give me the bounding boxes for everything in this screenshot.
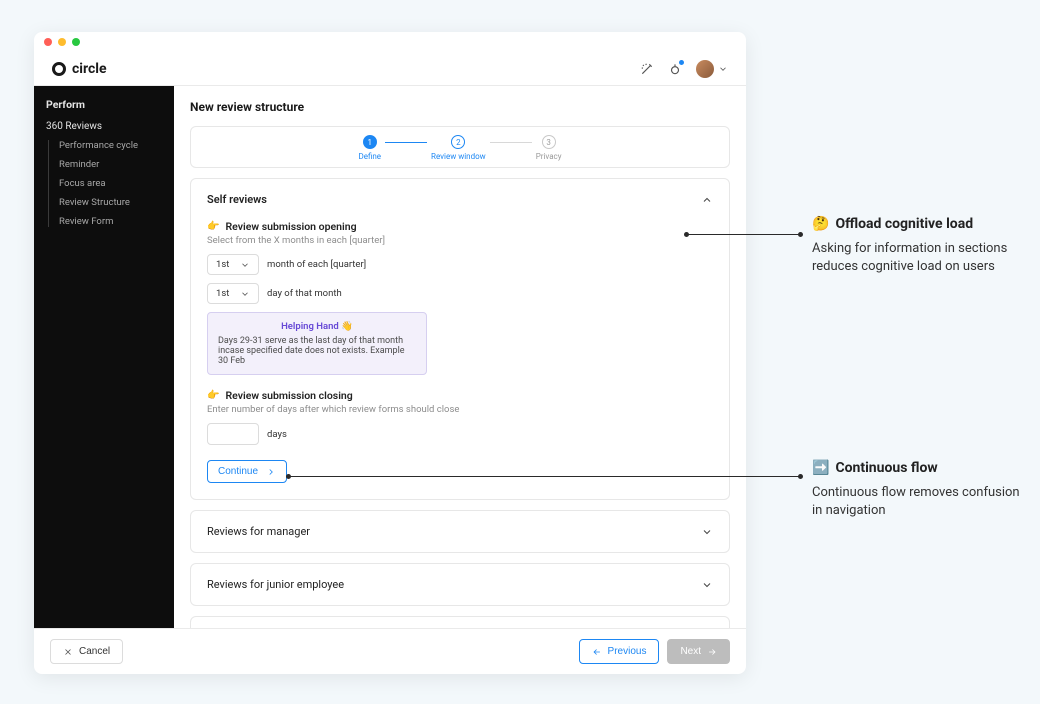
annotation-cognitive-load: 🤔 Offload cognitive load Asking for info… <box>812 216 1022 276</box>
annotation-continuous-flow: ➡️ Continuous flow Continuous flow remov… <box>812 460 1022 520</box>
next-button[interactable]: Next <box>667 639 730 664</box>
sidebar-item-focus-area[interactable]: Focus area <box>59 178 174 189</box>
opening-block: 👉 Review submission opening Select from … <box>207 220 713 375</box>
stepper: 1 Define 2 Review window 3 Privacy <box>358 135 561 161</box>
self-reviews-card: Self reviews 👉 Review submission opening… <box>190 178 730 500</box>
step-label: Define <box>358 152 381 161</box>
sidebar-item-performance-cycle[interactable]: Performance cycle <box>59 140 174 151</box>
sidebar-item-reminder[interactable]: Reminder <box>59 159 174 170</box>
sidebar-item-review-form[interactable]: Review Form <box>59 216 174 227</box>
arrow-left-icon <box>592 647 602 657</box>
app-window: circle Perform 360 Reviews Performance c… <box>34 32 746 674</box>
pointer-icon: 👉 <box>207 390 219 401</box>
annotation-line <box>289 476 799 477</box>
main-content: New review structure 1 Define 2 Review w… <box>174 86 746 628</box>
chevron-up-icon <box>701 194 713 206</box>
step-label: Review window <box>431 152 486 161</box>
next-label: Next <box>680 646 701 657</box>
sidebar-section[interactable]: 360 Reviews <box>46 121 174 132</box>
month-value: 1st <box>216 259 229 270</box>
continue-button[interactable]: Continue <box>207 460 287 483</box>
day-label: day of that month <box>267 288 342 299</box>
opening-subtitle: Select from the X months in each [quarte… <box>207 235 713 246</box>
magic-wand-icon[interactable] <box>640 62 654 76</box>
day-select[interactable]: 1st <box>207 283 259 304</box>
step-number: 3 <box>542 135 556 149</box>
close-icon <box>63 647 73 657</box>
helping-hand-box: Helping Hand 👋 Days 29-31 serve as the l… <box>207 312 427 375</box>
helping-hand-title: Helping Hand 👋 <box>218 321 416 332</box>
helping-hand-body: Days 29-31 serve as the last day of that… <box>218 336 416 366</box>
titlebar <box>34 32 746 52</box>
step-connector <box>385 142 427 143</box>
collapsed-title: Reviews for junior employee <box>207 578 344 591</box>
sidebar-item-review-structure[interactable]: Review Structure <box>59 197 174 208</box>
avatar <box>696 60 714 78</box>
annotation-dot <box>798 232 803 237</box>
annotation-dot <box>798 474 803 479</box>
pointer-icon: 👉 <box>207 221 219 232</box>
step-label: Privacy <box>536 152 562 161</box>
self-reviews-body: 👉 Review submission opening Select from … <box>191 220 729 499</box>
annotation-title: Offload cognitive load <box>835 216 973 232</box>
step-connector <box>490 142 532 143</box>
previous-button[interactable]: Previous <box>579 639 660 664</box>
app-header: circle <box>34 52 746 86</box>
header-actions <box>640 60 728 78</box>
annotation-emoji: 🤔 <box>812 216 829 232</box>
step-review-window[interactable]: 2 Review window <box>431 135 486 161</box>
annotation-body: Asking for information in sections reduc… <box>812 240 1022 276</box>
window-maximize-icon[interactable] <box>72 38 80 46</box>
step-privacy[interactable]: 3 Privacy <box>536 135 562 161</box>
step-number: 2 <box>451 135 465 149</box>
day-value: 1st <box>216 288 229 299</box>
closing-subtitle: Enter number of days after which review … <box>207 404 713 415</box>
sidebar-title: Perform <box>46 98 174 111</box>
app-body: Perform 360 Reviews Performance cycle Re… <box>34 86 746 628</box>
window-close-icon[interactable] <box>44 38 52 46</box>
continue-label: Continue <box>218 466 258 477</box>
chevron-down-icon <box>240 289 250 299</box>
page-title: New review structure <box>190 100 730 114</box>
sidebar: Perform 360 Reviews Performance cycle Re… <box>34 86 174 628</box>
previous-label: Previous <box>608 646 647 657</box>
reviews-junior-card[interactable]: Reviews for junior employee <box>190 563 730 606</box>
chevron-down-icon <box>240 260 250 270</box>
closing-block: 👉 Review submission closing Enter number… <box>207 389 713 445</box>
closing-title: Review submission closing <box>225 389 352 402</box>
brand-logo[interactable]: circle <box>52 61 107 77</box>
chevron-down-icon <box>701 526 713 538</box>
chevron-down-icon <box>718 64 728 74</box>
annotation-title: Continuous flow <box>835 460 937 476</box>
collapsed-title: Reviews for manager <box>207 525 310 538</box>
month-select[interactable]: 1st <box>207 254 259 275</box>
step-number: 1 <box>363 135 377 149</box>
user-menu[interactable] <box>696 60 728 78</box>
annotation-line <box>687 234 799 235</box>
annotation-body: Continuous flow removes confusion in nav… <box>812 484 1022 520</box>
cancel-button[interactable]: Cancel <box>50 639 123 664</box>
reviews-coworker-card[interactable]: Reviews for co-worker <box>190 616 730 628</box>
opening-title: Review submission opening <box>225 220 356 233</box>
sidebar-subitems: Performance cycle Reminder Focus area Re… <box>48 140 174 227</box>
month-label: month of each [quarter] <box>267 259 366 270</box>
cancel-label: Cancel <box>79 646 110 657</box>
days-input[interactable] <box>207 423 259 445</box>
self-reviews-header[interactable]: Self reviews <box>191 179 729 220</box>
footer: Cancel Previous Next <box>34 628 746 674</box>
brand-name: circle <box>72 61 107 77</box>
annotation-emoji: ➡️ <box>812 460 829 476</box>
stepper-card: 1 Define 2 Review window 3 Privacy <box>190 126 730 168</box>
chevron-down-icon <box>701 579 713 591</box>
days-label: days <box>267 429 287 440</box>
arrow-right-icon <box>707 647 717 657</box>
step-define[interactable]: 1 Define <box>358 135 381 161</box>
chevron-right-icon <box>266 467 276 477</box>
window-minimize-icon[interactable] <box>58 38 66 46</box>
reviews-manager-card[interactable]: Reviews for manager <box>190 510 730 553</box>
logo-ring-icon <box>52 62 66 76</box>
notification-icon[interactable] <box>668 62 682 76</box>
self-reviews-title: Self reviews <box>207 193 267 206</box>
